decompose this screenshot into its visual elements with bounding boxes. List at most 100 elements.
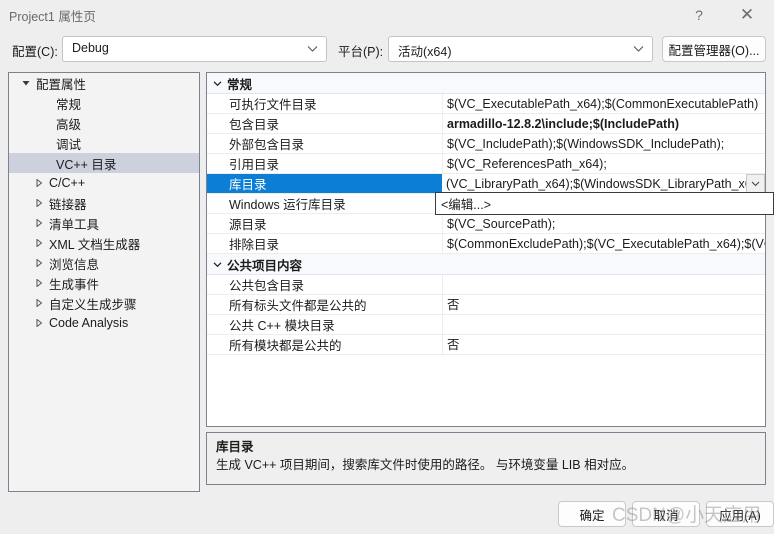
tree-item-1[interactable]: 常规: [9, 93, 199, 113]
property-row[interactable]: 引用目录 $(VC_ReferencesPath_x64);: [207, 153, 765, 174]
property-value[interactable]: [442, 314, 765, 335]
description-body: 生成 VC++ 项目期间，搜索库文件时使用的路径。 与环境变量 LIB 相对应。: [216, 458, 635, 472]
chevron-down-icon: [633, 43, 644, 54]
tree-item-label: 生成事件: [49, 277, 100, 292]
tree-item-label: 配置属性: [36, 77, 87, 92]
property-name: 所有标头文件都是公共的: [229, 299, 367, 313]
tree-item-label: XML 文档生成器: [49, 237, 141, 252]
tree-item-0[interactable]: 配置属性: [9, 73, 199, 93]
property-pages-dialog: Project1 属性页 ? ✕ 配置(C): Debug 平台(P): 活动(…: [0, 0, 774, 534]
property-value[interactable]: [442, 274, 765, 295]
chevron-down-icon[interactable]: [207, 73, 227, 93]
tree-item-label: C/C++: [49, 176, 86, 190]
property-row[interactable]: 库目录 (VC_LibraryPath_x64);$(WindowsSDK_Lib…: [207, 173, 765, 194]
tree-item-9[interactable]: 浏览信息: [9, 253, 199, 273]
tree-item-label: VC++ 目录: [56, 157, 117, 172]
property-grid[interactable]: 常规可执行文件目录 $(VC_ExecutablePath_x64);$(Comm…: [206, 72, 766, 427]
property-name: 外部包含目录: [229, 138, 305, 152]
triangle-right-icon: [31, 253, 47, 273]
triangle-right-icon: [31, 273, 47, 293]
chevron-down-icon: [307, 43, 318, 54]
tree-item-label: 自定义生成步骤: [49, 297, 137, 312]
tree-item-label: 高级: [56, 117, 82, 132]
property-group-title: 常规: [227, 77, 253, 92]
property-value[interactable]: $(CommonExcludePath);$(VC_ExecutablePath…: [442, 233, 765, 254]
property-value[interactable]: (VC_LibraryPath_x64);$(WindowsSDK_Librar…: [442, 173, 765, 194]
property-value[interactable]: $(VC_SourcePath);: [442, 213, 765, 234]
description-panel: 库目录 生成 VC++ 项目期间，搜索库文件时使用的路径。 与环境变量 LIB …: [206, 432, 766, 485]
help-icon[interactable]: ?: [678, 0, 720, 30]
tree-item-7[interactable]: 清单工具: [9, 213, 199, 233]
triangle-right-icon: [31, 293, 47, 313]
platform-value: 活动(x64): [398, 45, 452, 59]
tree-item-label: 清单工具: [49, 217, 100, 232]
apply-button[interactable]: 应用(A): [706, 501, 774, 527]
tree-item-label: 链接器: [49, 197, 87, 212]
property-row[interactable]: 所有标头文件都是公共的 否: [207, 294, 765, 315]
triangle-right-icon: [31, 193, 47, 213]
property-value[interactable]: 否: [442, 294, 765, 315]
property-name: 源目录: [229, 218, 267, 232]
triangle-down-icon: [18, 73, 34, 93]
tree-item-10[interactable]: 生成事件: [9, 273, 199, 293]
property-name: 包含目录: [229, 118, 280, 132]
triangle-right-icon: [31, 213, 47, 233]
property-name: 可执行文件目录: [229, 98, 317, 112]
property-name: 公共 C++ 模块目录: [229, 319, 335, 333]
tree-item-label: Code Analysis: [49, 316, 129, 330]
property-name: 引用目录: [229, 158, 280, 172]
property-group-header[interactable]: 常规: [207, 73, 765, 94]
ok-button[interactable]: 确定: [558, 501, 626, 527]
triangle-right-icon: [31, 173, 47, 193]
property-row[interactable]: 包含目录 armadillo-12.8.2\include;$(IncludePa…: [207, 113, 765, 134]
property-value[interactable]: $(VC_IncludePath);$(WindowsSDK_IncludePa…: [442, 133, 765, 154]
property-value[interactable]: $(VC_ExecutablePath_x64);$(CommonExecuta…: [442, 93, 765, 114]
property-row[interactable]: 公共 C++ 模块目录: [207, 314, 765, 335]
tree-item-label: 浏览信息: [49, 257, 100, 272]
tree-item-11[interactable]: 自定义生成步骤: [9, 293, 199, 313]
description-title: 库目录: [216, 440, 254, 454]
property-name: 库目录: [229, 178, 267, 192]
edit-popup-label: <编辑...>: [441, 198, 492, 212]
property-row[interactable]: 可执行文件目录 $(VC_ExecutablePath_x64);$(Common…: [207, 93, 765, 114]
property-row[interactable]: 公共包含目录: [207, 274, 765, 295]
configuration-value: Debug: [72, 41, 109, 55]
property-name: 所有模块都是公共的: [229, 339, 342, 353]
title-bar: Project1 属性页 ? ✕: [0, 0, 774, 30]
property-name: 公共包含目录: [229, 279, 305, 293]
tree-item-2[interactable]: 高级: [9, 113, 199, 133]
configuration-manager-button[interactable]: 配置管理器(O)...: [662, 36, 766, 62]
platform-label: 平台(P):: [338, 45, 384, 59]
cancel-button[interactable]: 取消: [632, 501, 700, 527]
configuration-bar: 配置(C): Debug 平台(P): 活动(x64) 配置管理器(O)...: [0, 34, 774, 64]
property-row[interactable]: 源目录 $(VC_SourcePath);: [207, 213, 765, 234]
tree-item-label: 常规: [56, 97, 82, 112]
tree-item-6[interactable]: 链接器: [9, 193, 199, 213]
property-name: Windows 运行库目录: [229, 198, 346, 212]
platform-select[interactable]: 活动(x64): [388, 36, 653, 62]
configuration-label: 配置(C):: [12, 45, 58, 59]
tree-item-5[interactable]: C/C++: [9, 173, 199, 193]
property-value[interactable]: armadillo-12.8.2\include;$(IncludePath): [442, 113, 765, 134]
property-value[interactable]: $(VC_ReferencesPath_x64);: [442, 153, 765, 174]
tree-item-4[interactable]: VC++ 目录: [9, 153, 199, 173]
tree-item-label: 调试: [56, 137, 82, 152]
close-icon[interactable]: ✕: [726, 0, 768, 30]
property-row[interactable]: 外部包含目录 $(VC_IncludePath);$(WindowsSDK_Inc…: [207, 133, 765, 154]
window-title: Project1 属性页: [9, 10, 96, 24]
chevron-down-icon[interactable]: [207, 254, 227, 274]
property-row[interactable]: 所有模块都是公共的 否: [207, 334, 765, 355]
property-group-header[interactable]: 公共项目内容: [207, 254, 765, 275]
property-group-title: 公共项目内容: [227, 258, 303, 273]
tree-item-8[interactable]: XML 文档生成器: [9, 233, 199, 253]
tree-item-3[interactable]: 调试: [9, 133, 199, 153]
property-name: 排除目录: [229, 238, 280, 252]
value-dropdown-button[interactable]: [746, 174, 765, 193]
property-row[interactable]: 排除目录 $(CommonExcludePath);$(VC_Executable…: [207, 233, 765, 254]
edit-dropdown-popup[interactable]: <编辑...>: [435, 192, 774, 215]
property-value[interactable]: 否: [442, 334, 765, 355]
property-tree[interactable]: 配置属性常规高级调试 VC++ 目录 C/C++ 链接器清单工具 XML 文档生成器 浏览…: [8, 72, 200, 492]
tree-item-12[interactable]: Code Analysis: [9, 313, 199, 333]
triangle-right-icon: [31, 313, 47, 333]
configuration-select[interactable]: Debug: [62, 36, 327, 62]
